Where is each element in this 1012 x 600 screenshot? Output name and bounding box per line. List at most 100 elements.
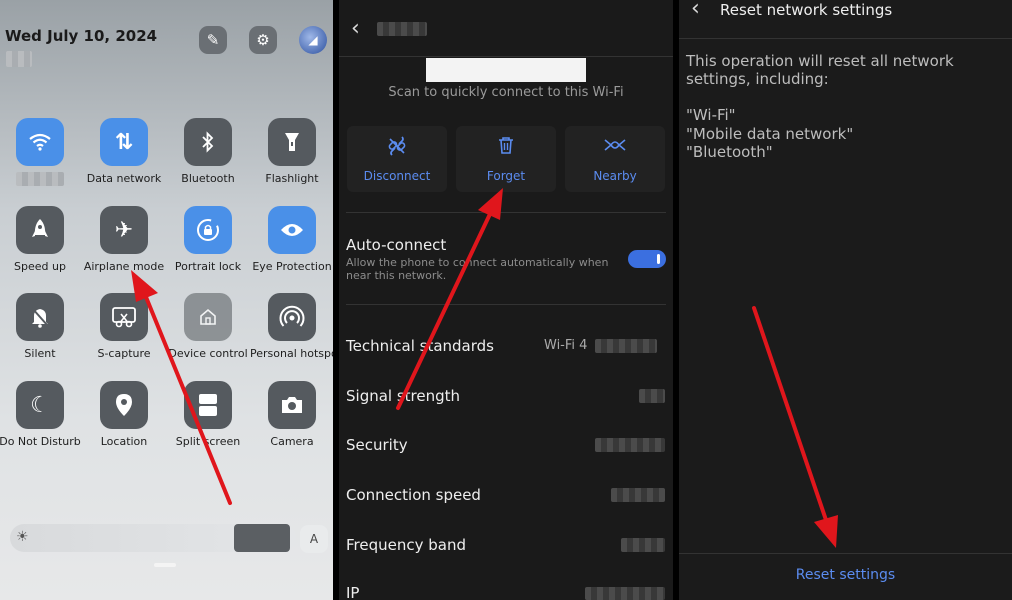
tile-camera[interactable]	[268, 381, 316, 429]
drag-handle[interactable]	[154, 563, 176, 567]
brightness-slider-thumb[interactable]	[234, 524, 290, 552]
back-button[interactable]: ‹	[691, 0, 700, 21]
assistant-icon: ◢	[308, 33, 318, 47]
qr-code	[426, 58, 586, 82]
chevron-left-icon: ‹	[351, 16, 360, 41]
quick-settings-panel: Wed July 10, 2024 ✎ ⚙ ◢ ⇅ Data network B…	[0, 0, 333, 600]
split-screen-icon	[199, 394, 217, 416]
tile-wifi-label-blurred	[16, 172, 64, 186]
wifi-icon	[29, 133, 51, 151]
rocket-icon	[32, 219, 48, 237]
blurred-value	[621, 538, 665, 552]
divider	[679, 553, 1012, 554]
divider	[346, 304, 666, 305]
chevron-left-icon: ‹	[691, 0, 700, 21]
divider	[339, 56, 673, 57]
auto-connect-title: Auto-connect	[346, 236, 447, 254]
scan-hint: Scan to quickly connect to this Wi-Fi	[388, 85, 624, 100]
assistant-button[interactable]: ◢	[299, 26, 327, 54]
tile-label: Data network	[86, 172, 162, 185]
eye-icon	[281, 224, 303, 236]
airplane-icon: ✈	[114, 217, 134, 243]
scissors-icon	[112, 307, 136, 328]
tile-label: Device control	[168, 347, 248, 360]
toggle-knob	[657, 254, 660, 264]
reset-network-panel: ‹ Reset network settings This operation …	[679, 0, 1012, 600]
flashlight-icon	[285, 133, 299, 151]
tile-label: Bluetooth	[181, 172, 235, 185]
tile-bluetooth[interactable]	[184, 118, 232, 166]
edit-button[interactable]: ✎	[199, 26, 227, 54]
divider	[679, 38, 1012, 39]
tile-flashlight[interactable]	[268, 118, 316, 166]
tile-label: Personal hotspot	[250, 347, 333, 360]
tile-split-screen[interactable]	[184, 381, 232, 429]
tile-personal-hotspot[interactable]	[268, 293, 316, 341]
blurred-status	[6, 51, 32, 67]
tile-label: Camera	[270, 435, 314, 448]
rotation-lock-icon	[197, 219, 219, 241]
hotspot-icon	[279, 305, 305, 327]
location-pin-icon	[116, 394, 132, 416]
bluetooth-icon	[202, 131, 214, 153]
blurred-value	[611, 488, 665, 502]
ip-label: IP	[346, 584, 360, 600]
auto-brightness-button[interactable]: A	[300, 525, 328, 553]
disconnect-button[interactable]: Disconnect	[347, 126, 447, 192]
tile-s-capture[interactable]	[100, 293, 148, 341]
blurred-value	[585, 587, 665, 600]
wifi-details-panel: ‹ Scan to quickly connect to this Wi-Fi …	[339, 0, 673, 600]
tile-silent[interactable]	[16, 293, 64, 341]
action-label: Disconnect	[363, 169, 431, 183]
moon-icon: ☾	[30, 392, 50, 418]
tile-portrait-lock[interactable]	[184, 206, 232, 254]
forget-button[interactable]: Forget	[456, 126, 556, 192]
tile-eye-protection[interactable]	[268, 206, 316, 254]
reset-item: "Mobile data network"	[686, 125, 854, 143]
reset-item: "Wi-Fi"	[686, 106, 736, 124]
security-label: Security	[346, 436, 408, 454]
date-label: Wed July 10, 2024	[5, 27, 158, 45]
auto-connect-toggle[interactable]	[628, 250, 666, 268]
tile-label: Silent	[24, 347, 56, 360]
nearby-button[interactable]: Nearby	[565, 126, 665, 192]
action-label: Forget	[486, 169, 526, 183]
tile-data-network[interactable]: ⇅	[100, 118, 148, 166]
signal-strength-label: Signal strength	[346, 387, 461, 405]
settings-button[interactable]: ⚙	[249, 26, 277, 54]
back-button[interactable]: ‹	[351, 16, 360, 41]
nearby-share-icon	[565, 136, 665, 157]
blurred-value	[595, 339, 657, 353]
tile-wifi[interactable]	[16, 118, 64, 166]
tile-do-not-disturb[interactable]: ☾	[16, 381, 64, 429]
blurred-value	[639, 389, 665, 403]
divider	[346, 212, 666, 213]
page-title: Reset network settings	[720, 1, 893, 19]
tile-airplane-mode[interactable]: ✈	[100, 206, 148, 254]
bell-off-icon	[31, 307, 49, 328]
connection-speed-label: Connection speed	[346, 486, 481, 504]
camera-icon	[282, 397, 302, 413]
reset-settings-button[interactable]: Reset settings	[679, 567, 1012, 583]
tile-label: Do Not Disturb	[0, 435, 81, 448]
tile-label: Airplane mode	[83, 260, 165, 273]
home-icon	[200, 308, 216, 325]
reset-item: "Bluetooth"	[686, 143, 773, 161]
tile-speed-up[interactable]	[16, 206, 64, 254]
action-label: Nearby	[593, 169, 637, 183]
technical-standards-value: Wi-Fi 4	[544, 338, 588, 353]
frequency-band-label: Frequency band	[346, 536, 466, 554]
network-name-blurred	[377, 22, 427, 36]
tile-location[interactable]	[100, 381, 148, 429]
tile-label: Speed up	[14, 260, 66, 273]
tile-device-control[interactable]	[184, 293, 232, 341]
technical-standards-label: Technical standards	[346, 337, 494, 355]
tile-label: Split screen	[175, 435, 241, 448]
pencil-icon: ✎	[206, 31, 220, 49]
link-off-icon	[347, 136, 447, 161]
auto-connect-description: Allow the phone to connect automatically…	[346, 256, 609, 282]
brightness-slider[interactable]: ☀	[10, 524, 296, 552]
reset-description: This operation will reset all network se…	[686, 52, 954, 88]
data-network-icon: ⇅	[114, 129, 134, 155]
tile-label: Portrait lock	[174, 260, 242, 273]
